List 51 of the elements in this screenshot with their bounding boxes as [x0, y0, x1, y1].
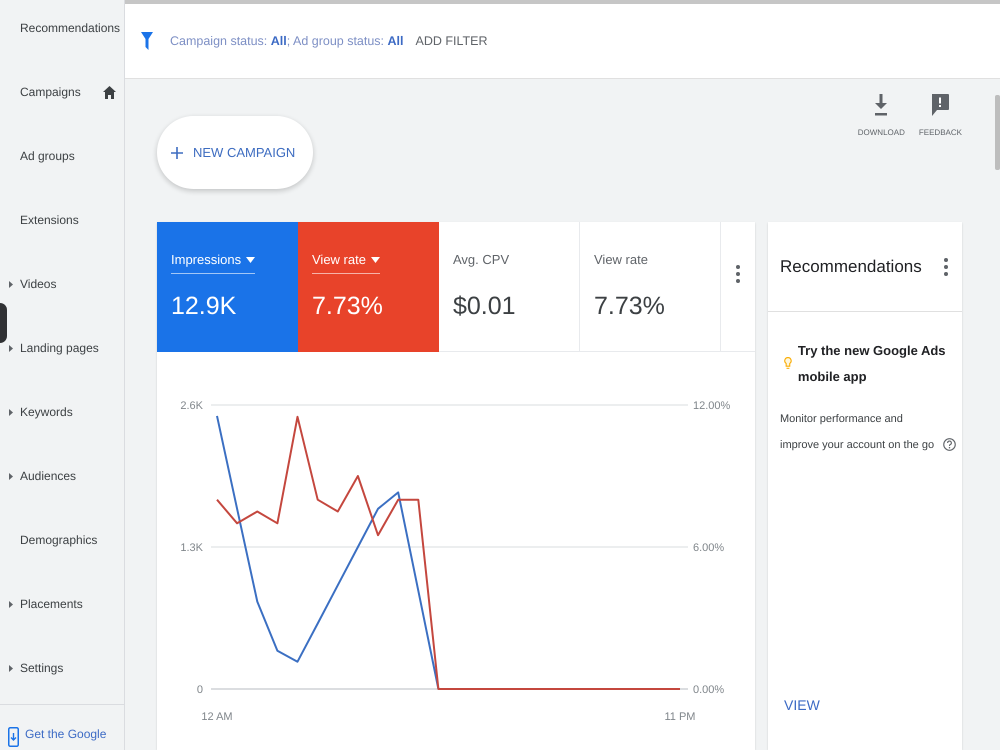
nav-item[interactable]: Extensions: [0, 188, 124, 252]
nav-item[interactable]: Audiences: [0, 444, 124, 508]
nav-item[interactable]: Landing pages: [0, 316, 124, 380]
axis-label: 6.00%: [693, 542, 724, 554]
help-icon[interactable]: [943, 438, 956, 451]
caret-icon: [9, 280, 13, 288]
caret-icon: [9, 408, 13, 416]
metric-tab[interactable]: View rate 7.73%: [580, 222, 721, 352]
axis-label: 1.3K: [180, 542, 203, 554]
caret-icon: [9, 600, 13, 608]
more-options-icon[interactable]: [944, 258, 948, 276]
nav-item[interactable]: Ad groups: [0, 124, 124, 188]
add-filter-button[interactable]: ADD FILTER: [413, 30, 490, 52]
axis-label: 12 AM: [201, 711, 233, 723]
view-link[interactable]: VIEW: [768, 697, 820, 713]
axis-label: 11 PM: [664, 711, 696, 723]
new-campaign-button[interactable]: NEW CAMPAIGN: [157, 116, 314, 189]
download-button[interactable]: DOWNLOAD: [858, 94, 905, 137]
scrollbar-thumb[interactable]: [995, 95, 1000, 170]
promo-link[interactable]: Get the Google: [0, 704, 124, 750]
caret-icon: [370, 256, 380, 262]
metric-tab[interactable]: Avg. CPV $0.01: [439, 222, 580, 352]
caret-icon: [9, 664, 13, 672]
axis-label: 0.00%: [693, 684, 724, 696]
axis-label: 2.6K: [180, 400, 203, 412]
nav-item[interactable]: Settings: [0, 636, 124, 700]
caret-icon: [9, 472, 13, 480]
caret-icon: [246, 256, 256, 262]
axis-label: 0: [196, 684, 203, 696]
nav-item[interactable]: Demographics: [0, 508, 124, 572]
metric-tab[interactable]: Impressions 12.9K: [157, 222, 298, 352]
plus-icon: [171, 146, 183, 158]
nav-item[interactable]: Campaigns: [0, 60, 124, 124]
collapse-button[interactable]: [0, 303, 7, 343]
download-icon: [874, 94, 888, 116]
nav-item[interactable]: Keywords: [0, 380, 124, 444]
caret-icon: [9, 344, 13, 352]
nav-item[interactable]: Recommendations: [0, 0, 124, 60]
recommendation-title: Try the new Google Ads mobile app: [798, 342, 947, 386]
feedback-button[interactable]: FEEDBACK: [918, 94, 962, 137]
recommendation-text: Monitor performance and improve your account on the go: [780, 412, 936, 453]
feedback-icon: [931, 94, 950, 116]
nav-item[interactable]: Videos: [0, 252, 124, 316]
filter-summary[interactable]: Campaign status: All; Ad group status: All: [170, 34, 404, 48]
axis-label: 12.00%: [693, 400, 730, 412]
metric-tab[interactable]: View rate 7.73%: [298, 222, 439, 352]
panel-title: Recommendations: [780, 256, 922, 276]
more-options-icon[interactable]: [736, 265, 740, 283]
filter-icon[interactable]: [141, 32, 153, 50]
phone-download-icon: [8, 727, 19, 747]
nav-item[interactable]: Placements: [0, 572, 124, 636]
